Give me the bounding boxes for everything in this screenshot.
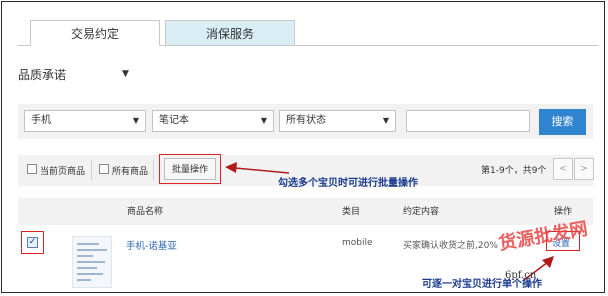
status-select[interactable]: 所有状态 ▼ xyxy=(279,110,396,132)
quality-dropdown-label: 品质承诺 xyxy=(18,68,67,82)
subcategory-select[interactable]: 笔记本 ▼ xyxy=(152,110,274,132)
search-input[interactable] xyxy=(406,110,530,132)
all-items-checkbox[interactable] xyxy=(99,164,109,174)
table-header: 商品名称 类目 约定内容 操作 xyxy=(18,198,593,225)
caret-down-icon: ▼ xyxy=(132,116,139,125)
batch-toolbar: 当前页商品 所有商品 批量操作 勾选多个宝贝时可进行批量操作 第1-9个，共9个… xyxy=(18,154,594,189)
commitment-text: 买家确认收货之前,20% xyxy=(403,241,498,251)
next-page-button[interactable]: > xyxy=(574,158,594,180)
tab-trade-agreement[interactable]: 交易约定 xyxy=(30,20,160,46)
all-items-label: 所有商品 xyxy=(112,167,149,177)
product-category: mobile xyxy=(342,238,373,248)
highlight-box xyxy=(21,231,44,254)
category-select-value: 手机 xyxy=(31,115,51,126)
product-thumbnail[interactable] xyxy=(72,236,112,288)
caret-down-icon: ▼ xyxy=(122,69,129,79)
status-select-value: 所有状态 xyxy=(286,115,326,126)
toolbar-divider xyxy=(91,160,92,180)
current-page-checkbox[interactable] xyxy=(27,164,37,174)
header-product-name: 商品名称 xyxy=(127,207,164,217)
caret-down-icon: ▼ xyxy=(260,116,267,125)
header-action: 操作 xyxy=(554,207,573,217)
header-category: 类目 xyxy=(342,207,361,217)
prev-page-button[interactable]: < xyxy=(553,158,573,180)
category-select[interactable]: 手机 ▼ xyxy=(24,110,146,132)
product-name-link[interactable]: 手机-诺基亚 xyxy=(126,238,177,252)
filter-bar: 手机 ▼ 笔记本 ▼ 所有状态 ▼ 搜索 xyxy=(18,104,593,139)
tab-consumer-protection[interactable]: 消保服务 xyxy=(165,20,295,46)
header-commitment: 约定内容 xyxy=(403,207,440,217)
watermark-url: 6pf.cn xyxy=(505,270,537,281)
batch-annotation: 勾选多个宝贝时可进行批量操作 xyxy=(278,178,418,189)
pager-text: 第1-9个，共9个 xyxy=(481,166,547,176)
search-button[interactable]: 搜索 xyxy=(539,109,586,135)
highlight-box xyxy=(159,154,221,184)
quality-dropdown[interactable]: 品质承诺 ▼ xyxy=(18,66,129,83)
caret-down-icon: ▼ xyxy=(382,116,389,125)
subcategory-select-value: 笔记本 xyxy=(159,115,189,126)
toolbar-divider xyxy=(153,160,154,180)
current-page-label: 当前页商品 xyxy=(40,167,86,177)
